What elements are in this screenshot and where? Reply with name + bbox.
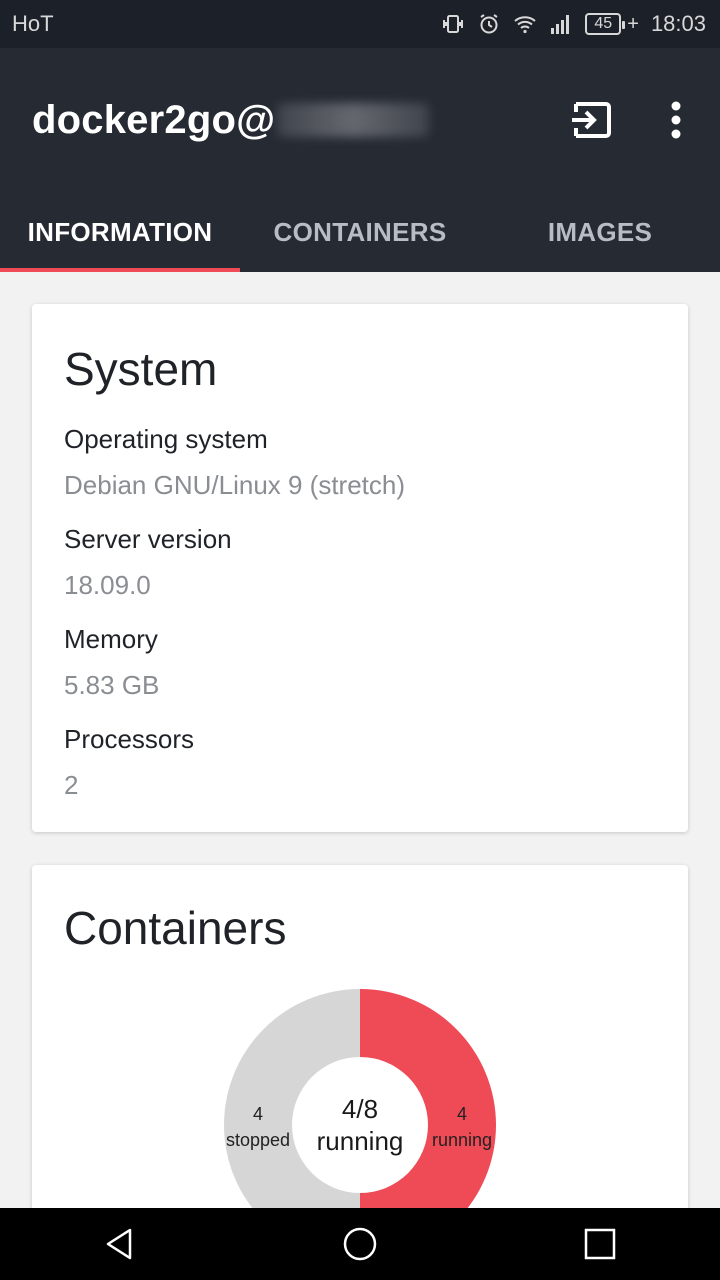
tab-images[interactable]: IMAGES xyxy=(480,192,720,272)
server-version-value: 18.09.0 xyxy=(64,570,151,600)
exit-button[interactable] xyxy=(568,100,616,140)
carrier-label: HoT xyxy=(12,11,54,36)
exit-to-app-icon xyxy=(572,102,611,138)
memory-value: 5.83 GB xyxy=(64,670,160,700)
page-title: docker2go@ xyxy=(32,97,276,142)
containers-heading: Containers xyxy=(64,902,287,954)
running-count: 4 xyxy=(456,1104,467,1124)
alarm-icon xyxy=(480,14,498,34)
more-vert-icon xyxy=(671,101,681,139)
running-ratio: 4/8 xyxy=(341,1094,379,1124)
stopped-count: 4 xyxy=(252,1104,263,1124)
donut-center-label: 4/8 running xyxy=(290,1093,430,1157)
status-bar: HoT 45 + 18:03 xyxy=(0,0,720,48)
containers-card: Containers 4/8 running 4 stopped 4 runni… xyxy=(32,865,688,1265)
vibrate-icon xyxy=(443,15,464,33)
back-button[interactable] xyxy=(90,1214,150,1274)
running-slice-label: 4 running xyxy=(416,1101,508,1153)
app-bar: docker2go@ INFORMATION CONTAINERS IMAGES xyxy=(0,48,720,272)
os-label: Operating system xyxy=(64,424,268,454)
charging-icon: + xyxy=(627,12,639,35)
home-button[interactable] xyxy=(330,1214,390,1274)
system-heading: System xyxy=(64,343,218,395)
tab-containers[interactable]: CONTAINERS xyxy=(240,192,480,272)
os-value: Debian GNU/Linux 9 (stretch) xyxy=(64,470,406,500)
battery-icon: 45 xyxy=(585,13,626,35)
server-version-label: Server version xyxy=(64,524,232,554)
processors-value: 2 xyxy=(64,770,79,800)
more-options-button[interactable] xyxy=(658,98,694,142)
battery-level: 45 xyxy=(594,15,613,32)
processors-label: Processors xyxy=(64,724,195,754)
tab-information[interactable]: INFORMATION xyxy=(0,192,240,272)
running-text: running xyxy=(431,1130,493,1150)
back-icon xyxy=(106,1228,132,1260)
tab-bar: INFORMATION CONTAINERS IMAGES xyxy=(0,192,720,272)
signal-icon xyxy=(551,15,570,34)
running-caption: running xyxy=(316,1126,404,1156)
recents-icon xyxy=(584,1228,616,1260)
memory-label: Memory xyxy=(64,624,158,654)
clock: 18:03 xyxy=(650,11,706,36)
system-nav-bar xyxy=(0,1208,720,1280)
status-icons: 45 + 18:03 xyxy=(441,11,706,37)
stopped-slice-label: 4 stopped xyxy=(212,1101,304,1153)
stopped-text: stopped xyxy=(225,1130,291,1150)
recents-button[interactable] xyxy=(570,1214,630,1274)
system-card: System Operating system Debian GNU/Linux… xyxy=(32,304,688,832)
wifi-icon xyxy=(514,16,536,34)
redacted-hostname xyxy=(277,103,430,137)
home-icon xyxy=(343,1227,377,1261)
